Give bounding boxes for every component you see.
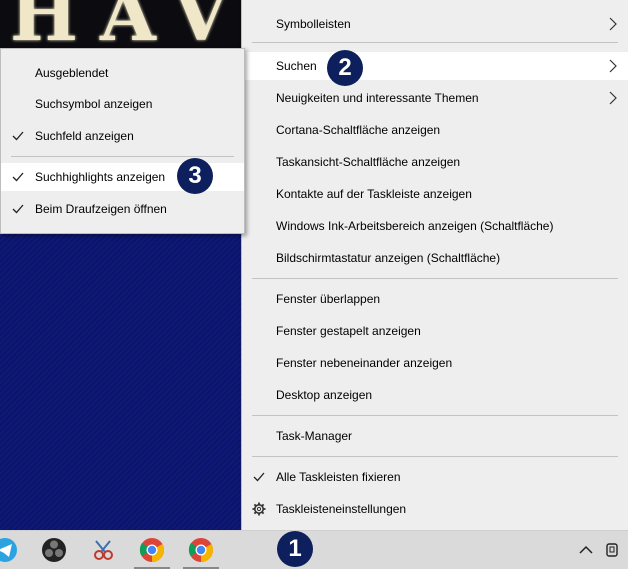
submenu-item-draufzeigen[interactable]: Beim Draufzeigen öffnen <box>1 195 244 223</box>
menu-item-label: Taskleisteneinstellungen <box>276 502 407 516</box>
menu-item-label: Suchsymbol anzeigen <box>35 97 153 111</box>
menu-item-windows-ink[interactable]: Windows Ink-Arbeitsbereich anzeigen (Sch… <box>242 212 628 240</box>
menu-item-label: Kontakte auf der Taskleiste anzeigen <box>276 187 472 201</box>
menu-item-cortana[interactable]: Cortana-Schaltfläche anzeigen <box>242 116 628 144</box>
menu-item-label: Bildschirmtastatur anzeigen (Schaltfläch… <box>276 251 501 265</box>
menu-item-label: Alle Taskleisten fixieren <box>276 470 401 484</box>
menu-item-label: Suchen <box>276 59 317 73</box>
menu-item-label: Suchhighlights anzeigen <box>35 170 166 184</box>
menu-item-label: Suchfeld anzeigen <box>35 129 134 143</box>
menu-item-label: Neuigkeiten und interessante Themen <box>276 91 479 105</box>
submenu-item-ausgeblendet[interactable]: Ausgeblendet <box>1 59 244 87</box>
menu-item-label: Desktop anzeigen <box>276 388 373 402</box>
menu-item-desktop-anzeigen[interactable]: Desktop anzeigen <box>242 381 628 409</box>
step-badge-1: 1 <box>277 531 313 567</box>
menu-item-label: Windows Ink-Arbeitsbereich anzeigen (Sch… <box>276 219 554 233</box>
menu-separator <box>252 415 618 416</box>
menu-item-taskansicht[interactable]: Taskansicht-Schaltfläche anzeigen <box>242 148 628 176</box>
menu-separator <box>252 42 618 43</box>
chevron-up-icon[interactable] <box>577 537 595 563</box>
menu-item-label: Task-Manager <box>276 429 353 443</box>
menu-item-suchen[interactable]: Suchen <box>242 52 628 80</box>
obs-icon[interactable] <box>41 537 67 563</box>
telegram-icon[interactable] <box>0 537 18 563</box>
menu-item-label: Fenster überlappen <box>276 292 381 306</box>
device-icon[interactable] <box>603 537 621 563</box>
banner-text: HAVO <box>10 0 250 50</box>
snipping-icon[interactable] <box>90 537 116 563</box>
menu-item-task-manager[interactable]: Task-Manager <box>242 422 628 450</box>
chrome-icon[interactable] <box>188 537 214 563</box>
gear-icon <box>252 502 266 516</box>
menu-item-fenster-nebeneinander[interactable]: Fenster nebeneinander anzeigen <box>242 349 628 377</box>
step-badge-3: 3 <box>177 158 213 194</box>
submenu-item-suchsymbol[interactable]: Suchsymbol anzeigen <box>1 90 244 118</box>
menu-item-symbolleisten[interactable]: Symbolleisten <box>242 10 628 38</box>
checkmark-icon <box>12 131 24 141</box>
checkmark-icon <box>253 472 265 482</box>
chevron-right-icon <box>609 17 617 31</box>
taskbar[interactable] <box>0 530 628 569</box>
menu-item-taskleisteneinstellungen[interactable]: Taskleisteneinstellungen <box>242 495 628 523</box>
menu-item-fenster-ueberlappen[interactable]: Fenster überlappen <box>242 285 628 313</box>
menu-item-label: Fenster gestapelt anzeigen <box>276 324 421 338</box>
step-badge-2: 2 <box>327 50 363 86</box>
chrome-icon[interactable] <box>139 537 165 563</box>
menu-separator <box>252 278 618 279</box>
submenu-item-suchfeld[interactable]: Suchfeld anzeigen <box>1 122 244 150</box>
search-submenu: Ausgeblendet Suchsymbol anzeigen Suchfel… <box>0 48 245 234</box>
menu-separator <box>252 456 618 457</box>
menu-item-label: Taskansicht-Schaltfläche anzeigen <box>276 155 461 169</box>
menu-item-fenster-gestapelt[interactable]: Fenster gestapelt anzeigen <box>242 317 628 345</box>
menu-item-neuigkeiten[interactable]: Neuigkeiten und interessante Themen <box>242 84 628 112</box>
menu-item-kontakte[interactable]: Kontakte auf der Taskleiste anzeigen <box>242 180 628 208</box>
menu-item-label: Symbolleisten <box>276 17 351 31</box>
menu-separator <box>11 156 234 157</box>
menu-item-label: Ausgeblendet <box>35 66 109 80</box>
menu-item-label: Fenster nebeneinander anzeigen <box>276 356 453 370</box>
checkmark-icon <box>12 172 24 182</box>
taskbar-context-menu: Symbolleisten Suchen Neuigkeiten und int… <box>241 0 628 531</box>
menu-item-bildschirmtastatur[interactable]: Bildschirmtastatur anzeigen (Schaltfläch… <box>242 244 628 272</box>
menu-item-label: Beim Draufzeigen öffnen <box>35 202 167 216</box>
chevron-right-icon <box>609 59 617 73</box>
chevron-right-icon <box>609 91 617 105</box>
wallpaper-banner: HAVO <box>0 0 250 50</box>
menu-item-label: Cortana-Schaltfläche anzeigen <box>276 123 441 137</box>
checkmark-icon <box>12 204 24 214</box>
menu-item-taskleisten-fixieren[interactable]: Alle Taskleisten fixieren <box>242 463 628 491</box>
